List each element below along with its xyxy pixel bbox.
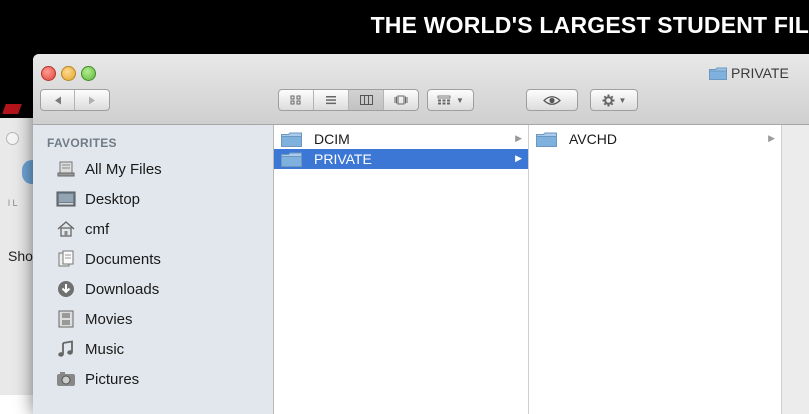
background-partial-label: Sho [8, 248, 33, 264]
documents-icon [55, 249, 77, 269]
list-view-icon [326, 96, 336, 105]
back-arrow-icon [54, 96, 61, 104]
folder-icon [281, 132, 302, 147]
banner-text: THE WORLD'S LARGEST STUDENT FIL [370, 12, 809, 38]
sidebar-item-label: Desktop [85, 190, 141, 208]
all-files-icon [55, 159, 77, 179]
icon-view-button[interactable] [279, 90, 314, 110]
sidebar-item-label: Pictures [85, 370, 140, 388]
zoom-window-button[interactable] [81, 66, 96, 81]
back-forward-control [40, 89, 110, 111]
gear-icon [602, 94, 615, 106]
chevron-right-icon: ▶ [768, 133, 775, 143]
sidebar-item-documents[interactable]: Documents [55, 246, 161, 272]
column-view-icon [359, 95, 373, 105]
sidebar-item-desktop[interactable]: Desktop [55, 186, 140, 212]
folder-row-avchd[interactable]: AVCHD ▶ [529, 129, 781, 149]
folder-icon [709, 67, 727, 80]
downloads-icon [55, 279, 77, 299]
quick-look-button[interactable] [526, 89, 578, 111]
sidebar-item-cmf[interactable]: cmf [55, 216, 109, 242]
background-tick-text: l L [8, 198, 18, 208]
chevron-down-icon: ▼ [618, 95, 627, 105]
chevron-right-icon: ▶ [515, 133, 522, 143]
action-button[interactable]: ▼ [590, 89, 638, 111]
home-icon [55, 219, 77, 239]
folder-label: PRIVATE [314, 151, 372, 167]
music-icon [55, 339, 77, 359]
chevron-right-icon: ▶ [515, 153, 522, 163]
sidebar-item-label: cmf [85, 220, 110, 238]
close-window-button[interactable] [41, 66, 56, 81]
back-button[interactable] [41, 90, 76, 110]
cover-flow-button[interactable] [384, 90, 418, 110]
sidebar-item-label: All My Files [85, 160, 162, 178]
cover-flow-icon [394, 95, 408, 105]
forward-arrow-icon [89, 96, 95, 104]
finder-window: PRIVATE ▼ ▼ FAVORITES All My Files Deskt… [33, 54, 809, 414]
forward-button[interactable] [75, 90, 109, 110]
sidebar: FAVORITES All My Files Desktop cmf Docum… [33, 125, 274, 414]
arrange-button[interactable]: ▼ [427, 89, 474, 111]
desktop-icon [55, 189, 77, 209]
folder-icon [536, 132, 557, 147]
sidebar-item-all-my-files[interactable]: All My Files [55, 156, 162, 182]
folder-row-private[interactable]: PRIVATE ▶ [274, 149, 528, 169]
sidebar-item-label: Documents [85, 250, 161, 268]
sidebar-item-movies[interactable]: Movies [55, 306, 133, 332]
folder-label: DCIM [314, 131, 350, 147]
folder-icon [281, 152, 302, 167]
folder-label: AVCHD [569, 131, 617, 147]
eye-icon [543, 95, 561, 105]
background-radio [6, 132, 19, 145]
sidebar-item-label: Downloads [85, 280, 160, 298]
arrange-grid-icon [437, 95, 451, 105]
chevron-down-icon: ▼ [456, 95, 464, 105]
folder-row-dcim[interactable]: DCIM ▶ [274, 129, 528, 149]
titlebar: PRIVATE ▼ ▼ [33, 54, 809, 125]
list-view-button[interactable] [314, 90, 349, 110]
sidebar-item-label: Movies [85, 310, 133, 328]
movies-icon [55, 309, 77, 329]
browser-column-1: DCIM ▶ PRIVATE ▶ [274, 125, 529, 414]
window-title: PRIVATE [709, 65, 789, 81]
column-view-button[interactable] [349, 90, 384, 110]
minimize-window-button[interactable] [61, 66, 76, 81]
sidebar-item-pictures[interactable]: Pictures [55, 366, 139, 392]
pictures-icon [55, 369, 77, 389]
sidebar-item-music[interactable]: Music [55, 336, 124, 362]
browser-column-2: AVCHD ▶ [529, 125, 782, 414]
sidebar-section-favorites: FAVORITES [47, 136, 117, 150]
icon-view-icon [290, 95, 301, 105]
window-title-label: PRIVATE [731, 65, 789, 81]
sidebar-item-label: Music [85, 340, 125, 358]
view-mode-control [278, 89, 419, 111]
sidebar-item-downloads[interactable]: Downloads [55, 276, 159, 302]
